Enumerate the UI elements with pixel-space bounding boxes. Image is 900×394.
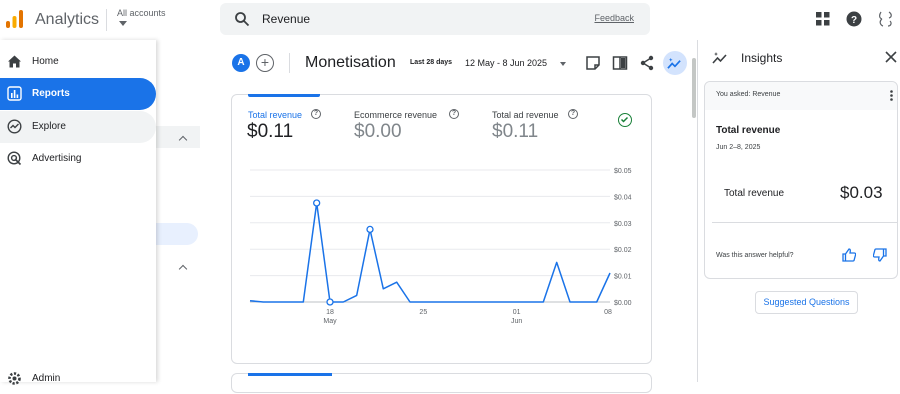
asked-question: You asked: Revenue [716,91,781,98]
close-icon[interactable] [885,51,897,63]
account-selector[interactable]: All accounts [117,8,166,18]
data-point-marker [326,298,334,306]
answer-metric-label: Total revenue [724,188,785,199]
insights-icon [667,57,681,69]
y-tick-label: $0.01 [614,274,632,281]
sidebar-item-label: Admin [32,373,61,384]
divider [289,53,290,73]
secondary-card [231,373,652,393]
suggested-questions-button[interactable]: Suggested Questions [755,291,858,314]
metric-label-total-ad-revenue[interactable]: Total ad revenue [492,110,559,120]
data-point-marker [366,225,374,234]
sidebar-item-label: Home [32,56,59,67]
compare-icon[interactable] [612,55,628,71]
divider [106,9,107,31]
bar-chart-icon [7,86,22,101]
account-avatar-icon[interactable] [876,9,896,29]
note-icon[interactable] [585,55,601,71]
svg-text:?: ? [851,15,857,26]
apps-grid-icon[interactable] [815,11,831,27]
top-bar: Analytics All accounts Revenue Feedback … [0,0,900,40]
helpful-prompt: Was this answer helpful? [716,252,794,259]
sidebar-item-reports[interactable]: Reports [0,78,156,110]
comparison-avatar[interactable]: A [232,54,250,72]
thumbs-up-icon[interactable] [842,248,856,262]
sidebar-item-advertising[interactable]: Advertising [0,143,156,175]
chevron-down-icon[interactable] [119,21,127,26]
sidebar-item-admin[interactable]: Admin [0,362,156,394]
answer-heading: Total revenue [716,125,781,136]
advertising-icon [7,151,22,166]
check-circle-icon[interactable] [618,113,632,127]
insights-icon [712,52,727,64]
app-name: Analytics [35,11,100,28]
sidebar-item-home[interactable]: Home [0,46,156,78]
y-tick-label: $0.04 [614,194,632,201]
report-nav-section[interactable] [156,126,200,148]
explore-icon [7,119,22,134]
data-point-marker [313,199,321,207]
analytics-logo-icon[interactable] [6,10,24,28]
report-nav-panel [156,40,200,382]
answer-metric-value: $0.03 [840,183,883,202]
main-scrollbar[interactable] [692,58,696,118]
info-icon[interactable]: ? [449,109,459,119]
page-title: Monetisation [305,54,396,71]
y-tick-label: $0.05 [614,168,632,175]
chevron-up-icon[interactable] [178,264,188,274]
chevron-down-icon[interactable] [560,62,566,66]
metric-label-ecommerce-revenue[interactable]: Ecommerce revenue [354,110,437,120]
series-line-total-revenue [249,202,611,303]
selected-metric-indicator [248,94,320,97]
home-icon [8,55,21,68]
metric-value-total-revenue: $0.11 [247,121,294,142]
help-icon[interactable]: ? [846,11,862,27]
sidebar-item-label: Advertising [32,153,82,164]
date-range-value[interactable]: 12 May - 8 Jun 2025 [465,58,547,68]
sidebar-item-label: Reports [32,88,70,99]
y-tick-label: $0.03 [614,221,632,228]
gear-icon [8,372,21,385]
x-tick-label: 01 [513,309,521,316]
share-icon[interactable] [639,55,655,71]
sidebar: Home Reports Explore Advertising Admin [0,40,156,385]
thumbs-down-icon[interactable] [873,248,887,262]
x-tick-label: 25 [419,309,427,316]
info-icon[interactable]: ? [311,109,321,119]
revenue-line-chart: $0.05 $0.04 $0.03 $0.02 $0.01 $0.00 18 May 25 01 J… [249,168,632,325]
insights-title: Insights [741,51,783,65]
x-tick-label: 18 [326,309,334,316]
search-icon [235,12,250,27]
search-input[interactable]: Revenue [262,12,310,26]
secondary-card-indicator [248,373,332,376]
report-nav-selected-item[interactable] [156,223,198,245]
sidebar-item-explore[interactable]: Explore [0,111,156,143]
info-icon[interactable]: ? [568,109,578,119]
metric-value-total-ad-revenue: $0.11 [492,121,539,142]
metric-label-total-revenue[interactable]: Total revenue [248,110,302,120]
sidebar-item-label: Explore [32,121,66,132]
x-tick-label: 08 [604,309,612,316]
x-tick-label: Jun [511,318,522,325]
insight-answer-card [704,81,898,279]
y-tick-label: $0.02 [614,247,632,254]
x-tick-label: May [323,318,337,325]
search-bar[interactable]: Revenue Feedback [220,3,650,35]
y-tick-label: $0.00 [614,300,632,307]
answer-date: Jun 2–8, 2025 [716,144,761,151]
metric-value-ecommerce-revenue: $0.00 [354,121,402,142]
divider [712,222,898,223]
feedback-link[interactable]: Feedback [594,13,634,23]
add-comparison-button[interactable]: + [256,54,274,72]
more-options-icon[interactable] [890,90,893,101]
date-range-label[interactable]: Last 28 days [410,59,452,66]
